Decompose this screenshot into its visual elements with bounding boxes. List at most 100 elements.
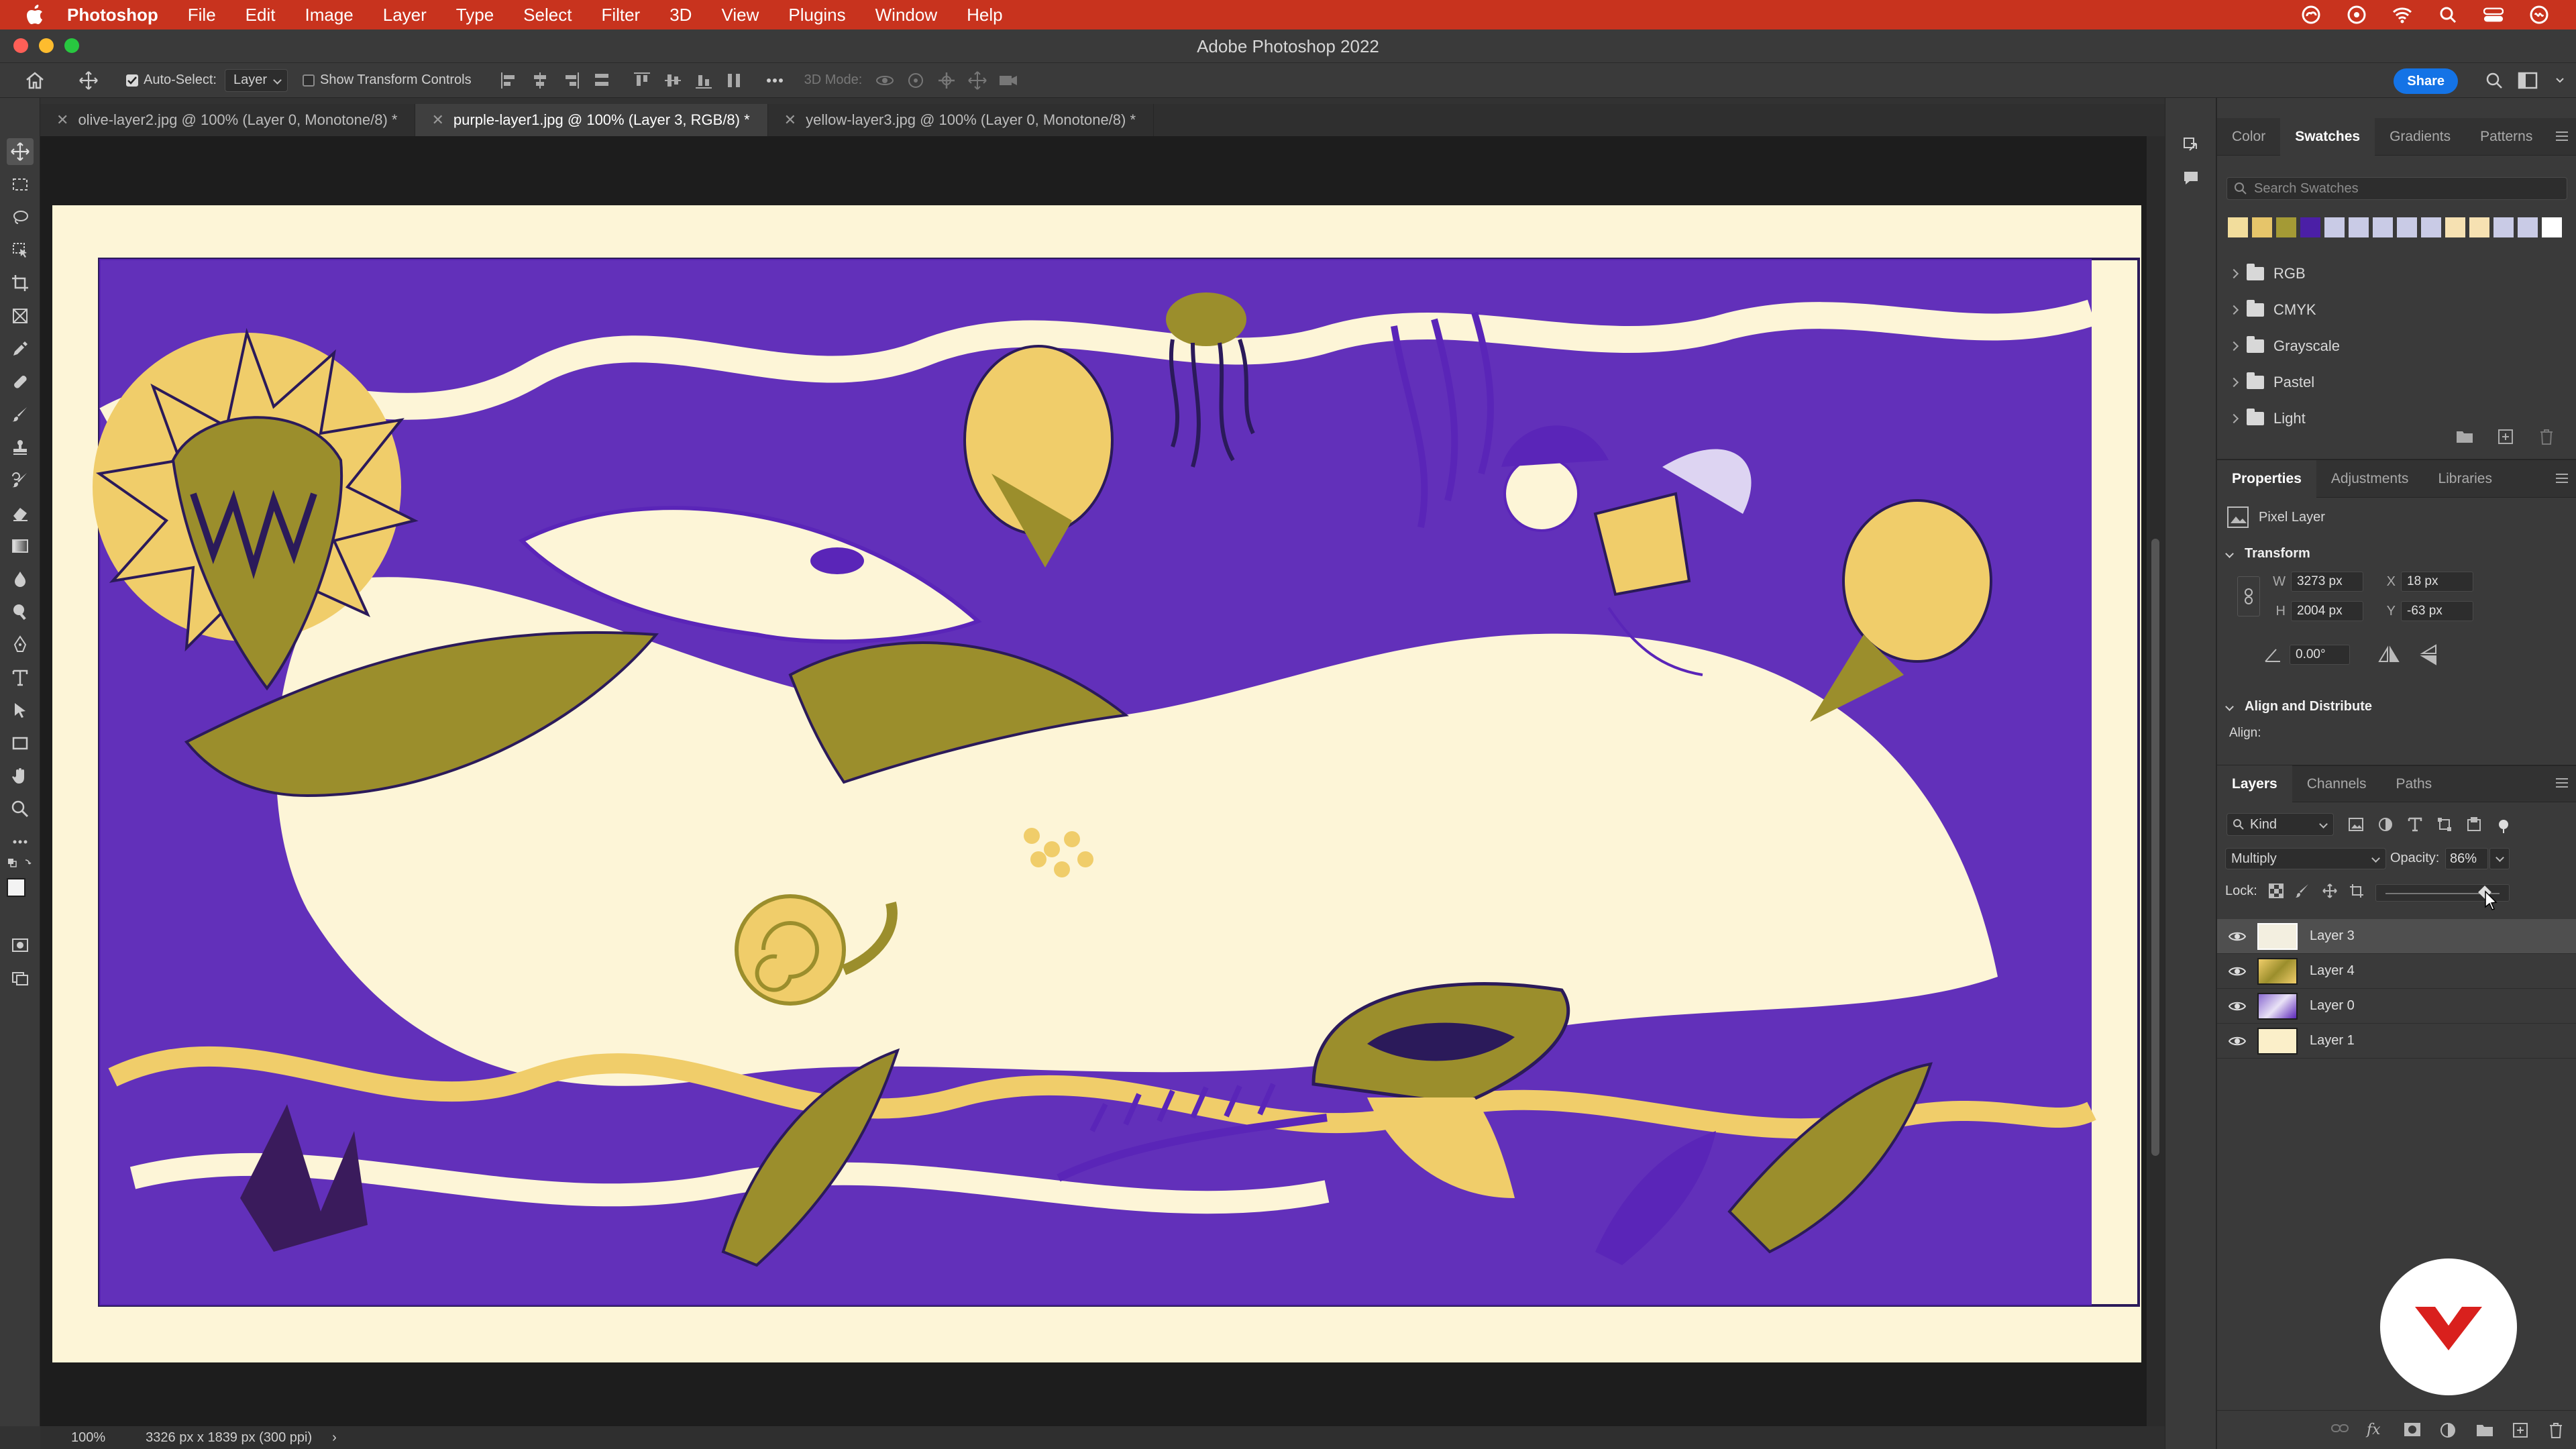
swatch-chip[interactable] <box>2445 217 2465 237</box>
zoom-level[interactable]: 100% <box>71 1430 105 1446</box>
visibility-eye-icon[interactable] <box>2217 965 2257 977</box>
distribute-icon[interactable] <box>591 70 612 91</box>
new-group-icon[interactable] <box>2475 1421 2494 1440</box>
pen-tool-icon[interactable] <box>7 631 34 658</box>
swatch-chip[interactable] <box>2493 217 2514 237</box>
cloud-sync-icon[interactable] <box>2347 5 2367 25</box>
tab-adjustments[interactable]: Adjustments <box>2316 460 2424 498</box>
home-icon[interactable] <box>21 67 48 94</box>
workspace-chevron-icon[interactable] <box>2553 67 2567 94</box>
creative-cloud-icon[interactable] <box>2301 5 2321 25</box>
dodge-tool-icon[interactable] <box>7 598 34 625</box>
menu-view[interactable]: View <box>721 5 759 25</box>
search-icon[interactable] <box>2481 67 2508 94</box>
3d-orbit-icon[interactable] <box>874 70 896 91</box>
swatch-chip[interactable] <box>2469 217 2489 237</box>
object-selection-tool-icon[interactable] <box>7 237 34 264</box>
scrollbar-thumb[interactable] <box>2151 539 2159 1156</box>
new-swatch-icon[interactable] <box>2497 428 2516 447</box>
move-tool-icon[interactable] <box>7 138 34 165</box>
delete-layer-icon[interactable] <box>2548 1421 2567 1440</box>
tab-paths[interactable]: Paths <box>2381 765 2447 803</box>
search-swatches-input[interactable]: Search Swatches <box>2226 177 2567 200</box>
flip-horizontal-icon[interactable] <box>2378 645 2400 664</box>
stamp-tool-icon[interactable] <box>7 434 34 461</box>
default-colors-icon[interactable] <box>7 856 34 872</box>
close-tab-icon[interactable]: ✕ <box>56 111 68 129</box>
3d-roll-icon[interactable] <box>905 70 926 91</box>
new-group-icon[interactable] <box>2455 428 2474 447</box>
visibility-eye-icon[interactable] <box>2217 930 2257 943</box>
adjustment-layer-icon[interactable] <box>2439 1421 2458 1440</box>
panel-menu-icon[interactable] <box>2555 471 2569 486</box>
menu-image[interactable]: Image <box>305 5 353 25</box>
close-tab-icon[interactable]: ✕ <box>431 111 443 129</box>
brush-tool-icon[interactable] <box>7 401 34 428</box>
flip-vertical-icon[interactable] <box>2420 644 2438 665</box>
eraser-tool-icon[interactable] <box>7 500 34 527</box>
menu-plugins[interactable]: Plugins <box>788 5 845 25</box>
opacity-field[interactable]: 86% <box>2445 848 2488 869</box>
hand-tool-icon[interactable] <box>7 763 34 790</box>
lock-transparent-icon[interactable] <box>2268 883 2284 899</box>
swatch-group-pastel[interactable]: Pastel <box>2217 364 2576 400</box>
marquee-tool-icon[interactable] <box>7 171 34 198</box>
tab-gradients[interactable]: Gradients <box>2375 118 2465 156</box>
menu-layer[interactable]: Layer <box>383 5 427 25</box>
layer-style-icon[interactable]: fx <box>2367 1421 2385 1440</box>
swatch-chip[interactable] <box>2324 217 2345 237</box>
align-bottom-icon[interactable] <box>693 70 714 91</box>
tab-layers[interactable]: Layers <box>2217 765 2292 803</box>
new-layer-icon[interactable] <box>2512 1421 2530 1440</box>
swatch-chip[interactable] <box>2397 217 2417 237</box>
menu-photoshop[interactable]: Photoshop <box>67 5 158 25</box>
show-transform-checkbox[interactable] <box>302 74 315 87</box>
panel-menu-icon[interactable] <box>2555 129 2569 144</box>
menu-filter[interactable]: Filter <box>601 5 640 25</box>
layer-name[interactable]: Layer 0 <box>2310 998 2355 1014</box>
lock-pixels-icon[interactable] <box>2295 883 2311 899</box>
3d-slide-icon[interactable] <box>967 70 988 91</box>
menu-help[interactable]: Help <box>967 5 1002 25</box>
healing-brush-tool-icon[interactable] <box>7 368 34 395</box>
align-left-icon[interactable] <box>498 70 520 91</box>
siri-icon[interactable] <box>2529 5 2549 25</box>
add-mask-icon[interactable] <box>2403 1421 2422 1440</box>
link-layers-icon[interactable] <box>2330 1421 2349 1440</box>
layer-name[interactable]: Layer 1 <box>2310 1033 2355 1049</box>
foreground-color[interactable] <box>7 878 25 897</box>
tab-purple-layer1[interactable]: ✕ purple-layer1.jpg @ 100% (Layer 3, RGB… <box>415 104 768 136</box>
align-center-v-icon[interactable] <box>662 70 684 91</box>
share-button[interactable]: Share <box>2394 68 2458 94</box>
layer-row-layer-1[interactable]: Layer 1 <box>2217 1024 2576 1059</box>
link-dimensions-icon[interactable] <box>2237 576 2260 616</box>
menu-3d[interactable]: 3D <box>669 5 692 25</box>
swatch-chip[interactable] <box>2518 217 2538 237</box>
layer-name[interactable]: Layer 3 <box>2310 928 2355 944</box>
document-canvas[interactable] <box>52 205 2141 1362</box>
tab-patterns[interactable]: Patterns <box>2465 118 2547 156</box>
blend-mode-dropdown[interactable]: Multiply <box>2225 848 2386 869</box>
status-chevron-icon[interactable]: › <box>332 1430 337 1446</box>
swatch-chip[interactable] <box>2421 217 2441 237</box>
swatch-chip[interactable] <box>2252 217 2272 237</box>
tab-properties[interactable]: Properties <box>2217 460 2316 498</box>
delete-swatch-icon[interactable] <box>2538 428 2557 447</box>
menu-select[interactable]: Select <box>523 5 572 25</box>
lock-position-icon[interactable] <box>2322 883 2338 899</box>
tab-swatches[interactable]: Swatches <box>2280 117 2375 156</box>
menu-type[interactable]: Type <box>456 5 494 25</box>
tab-color[interactable]: Color <box>2217 118 2280 156</box>
align-center-h-icon[interactable] <box>529 70 551 91</box>
rectangle-tool-icon[interactable] <box>7 730 34 757</box>
type-tool-icon[interactable] <box>7 664 34 691</box>
spotlight-search-icon[interactable] <box>2438 5 2458 25</box>
layer-row-layer-4[interactable]: Layer 4 <box>2217 954 2576 989</box>
opacity-slider[interactable] <box>2375 884 2510 910</box>
swatch-chip[interactable] <box>2542 217 2562 237</box>
tab-libraries[interactable]: Libraries <box>2423 460 2507 498</box>
align-right-icon[interactable] <box>560 70 582 91</box>
angle-field[interactable]: 0.00° <box>2290 645 2350 665</box>
layer-row-layer-3[interactable]: Layer 3 <box>2217 919 2576 954</box>
wifi-icon[interactable] <box>2392 5 2412 25</box>
